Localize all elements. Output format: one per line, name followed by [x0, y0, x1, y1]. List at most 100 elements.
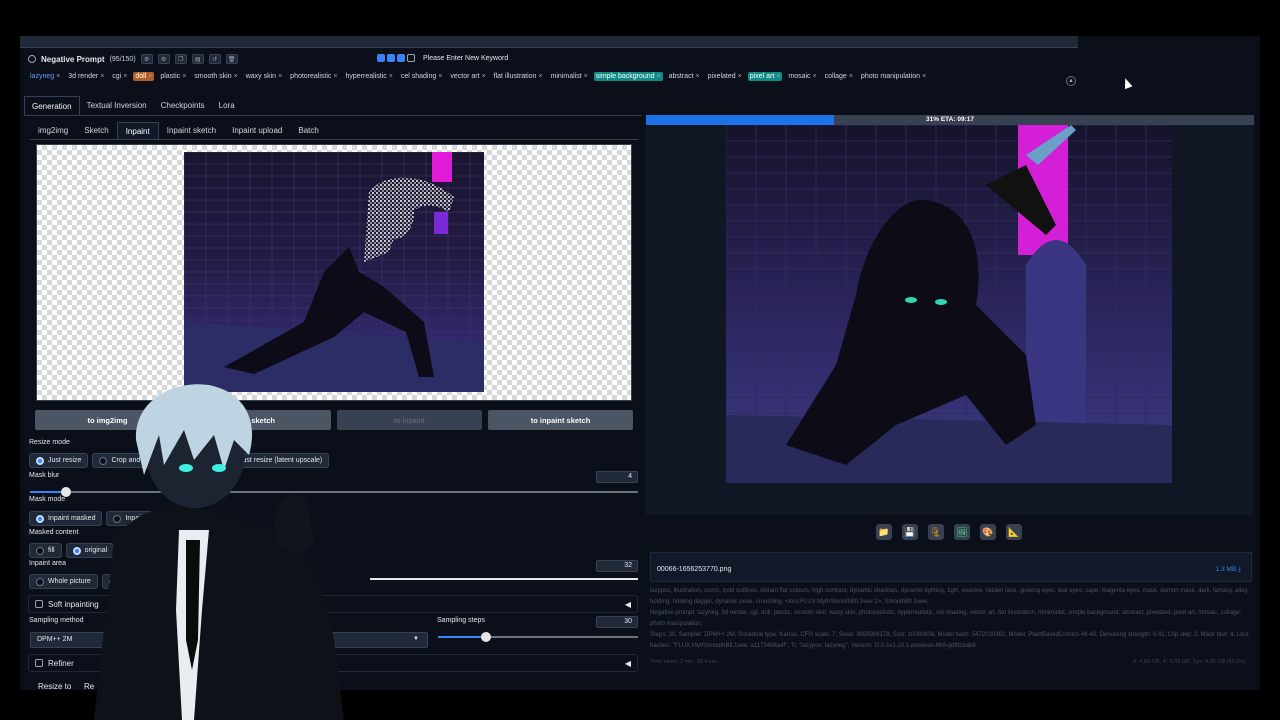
toggle-checkbox-1[interactable]	[377, 54, 385, 62]
remove-tag-icon[interactable]: ×	[657, 73, 661, 80]
slider-thumb[interactable]	[481, 632, 491, 642]
subtab-sketch[interactable]: Sketch	[76, 122, 116, 139]
remove-tag-icon[interactable]: ×	[389, 73, 393, 80]
send-to-img2img-icon[interactable]: 🖼	[954, 524, 970, 540]
remove-tag-icon[interactable]: ×	[438, 73, 442, 80]
padding-slider[interactable]	[370, 578, 638, 580]
negative-tag[interactable]: hyperrealistic ×	[344, 72, 395, 81]
tag-label: lazyneg	[30, 73, 55, 80]
tag-label: simple background	[595, 73, 655, 80]
copy-icon[interactable]: ❐	[174, 54, 187, 64]
masked-content-fill[interactable]: fill	[29, 543, 62, 558]
save-icon[interactable]: 💾	[902, 524, 918, 540]
remove-tag-icon[interactable]: ×	[234, 73, 238, 80]
progress-text: 31% ETA: 09:17	[926, 116, 974, 123]
subtab-img2img[interactable]: img2img	[30, 122, 76, 139]
negative-tag[interactable]: smooth skin ×	[192, 72, 239, 81]
radio-dot	[36, 546, 44, 555]
expand-icon[interactable]: ◀	[625, 659, 631, 668]
subtab-inpaint-sketch[interactable]: Inpaint sketch	[159, 122, 224, 139]
output-action-icons: 📁 💾 🗜 🖼 🎨 📐	[876, 524, 1022, 540]
expand-icon[interactable]: ◀	[625, 600, 631, 609]
negative-tag[interactable]: photorealistic ×	[288, 72, 339, 81]
negative-tag[interactable]: 3d render ×	[66, 72, 106, 81]
tab-textual-inversion[interactable]: Textual Inversion	[80, 96, 154, 115]
subtab-batch[interactable]: Batch	[290, 122, 326, 139]
negative-tag[interactable]: abstract ×	[667, 72, 702, 81]
remove-tag-icon[interactable]: ×	[123, 73, 127, 80]
negative-tag[interactable]: minimalist ×	[549, 72, 590, 81]
remove-tag-icon[interactable]: ×	[100, 73, 104, 80]
send-to-inpaint-icon[interactable]: 🎨	[980, 524, 996, 540]
inpaint-canvas[interactable]	[36, 144, 632, 401]
negative-tag[interactable]: mosaic ×	[786, 72, 818, 81]
collapse-up-icon[interactable]: ▲	[1066, 76, 1076, 86]
gear-icon[interactable]: ⚙	[157, 54, 170, 64]
toggle-checkbox-3[interactable]	[397, 54, 405, 62]
remove-tag-icon[interactable]: ×	[333, 73, 337, 80]
collapse-icon[interactable]	[28, 55, 36, 63]
tab-generation[interactable]: Generation	[24, 96, 80, 115]
source-image[interactable]	[184, 152, 484, 392]
soft-inpainting-checkbox[interactable]	[35, 600, 43, 608]
sampling-steps-value[interactable]: 30	[596, 616, 638, 628]
output-image-preview[interactable]	[726, 125, 1172, 483]
tab-lora[interactable]: Lora	[212, 96, 242, 115]
subtab-inpaint[interactable]: Inpaint	[116, 122, 159, 139]
negative-tag[interactable]: plastic ×	[158, 72, 188, 81]
remove-tag-icon[interactable]: ×	[538, 73, 542, 80]
output-filename[interactable]: 00066-1656253770.png	[657, 566, 731, 573]
negative-tag[interactable]: collage ×	[823, 72, 855, 81]
prompt-textarea-edge[interactable]	[20, 36, 1078, 48]
remove-tag-icon[interactable]: ×	[584, 73, 588, 80]
negative-tag[interactable]: waxy skin ×	[244, 72, 284, 81]
negative-tag[interactable]: vector art ×	[448, 72, 487, 81]
padding-value[interactable]: 32	[596, 560, 638, 572]
remove-tag-icon[interactable]: ×	[696, 73, 700, 80]
output-file-row: 00066-1656253770.png 1.3 MB ⤓	[650, 552, 1252, 582]
negative-tag[interactable]: photo manipulation ×	[859, 72, 928, 81]
new-keyword-input[interactable]: Please Enter New Keyword	[423, 55, 508, 62]
negative-tag[interactable]: pixelated ×	[706, 72, 744, 81]
remove-tag-icon[interactable]: ×	[813, 73, 817, 80]
negative-tag[interactable]: cel shading ×	[399, 72, 445, 81]
tag-label: photo manipulation	[860, 73, 921, 80]
paste-icon[interactable]: ▤	[191, 54, 204, 64]
tab-checkpoints[interactable]: Checkpoints	[154, 96, 212, 115]
toggle-checkbox-4[interactable]	[407, 54, 415, 62]
subtab-inpaint-upload[interactable]: Inpaint upload	[224, 122, 290, 139]
radio-dot	[36, 514, 44, 523]
remove-tag-icon[interactable]: ×	[776, 73, 780, 80]
trash-icon[interactable]: 🗑	[225, 54, 238, 64]
remove-tag-icon[interactable]: ×	[849, 73, 853, 80]
refiner-checkbox[interactable]	[35, 659, 43, 667]
send-to-inpaint-sketch-button[interactable]: to inpaint sketch	[488, 410, 633, 430]
settings-icon[interactable]: ⚙	[140, 54, 153, 64]
remove-tag-icon[interactable]: ×	[922, 73, 926, 80]
undo-icon[interactable]: ↺	[208, 54, 221, 64]
negative-tag[interactable]: lazyneg ×	[28, 72, 62, 81]
negative-tag[interactable]: simple background ×	[593, 72, 663, 81]
negative-tag[interactable]: cgi ×	[110, 72, 129, 81]
remove-tag-icon[interactable]: ×	[278, 73, 282, 80]
negative-tag[interactable]: flat illustration ×	[492, 72, 545, 81]
tag-label: flat illustration	[493, 73, 537, 80]
img2img-sub-tabs: img2img Sketch Inpaint Inpaint sketch Inpain…	[30, 122, 638, 140]
toggle-checkbox-2[interactable]	[387, 54, 395, 62]
remove-tag-icon[interactable]: ×	[482, 73, 486, 80]
download-link[interactable]: 1.3 MB ⤓	[1216, 566, 1241, 574]
negative-tag[interactable]: doll ×	[133, 72, 155, 81]
send-to-extras-icon[interactable]: 📐	[1006, 524, 1022, 540]
folder-icon[interactable]: 📁	[876, 524, 892, 540]
tag-label: photorealistic	[290, 73, 332, 80]
chevron-down-icon: ▼	[413, 636, 419, 642]
remove-tag-icon[interactable]: ×	[148, 73, 152, 80]
remove-tag-icon[interactable]: ×	[738, 73, 742, 80]
zip-icon[interactable]: 🗜	[928, 524, 944, 540]
negative-tag[interactable]: pixel art ×	[747, 72, 783, 81]
sampling-steps-slider[interactable]	[438, 632, 638, 642]
remove-tag-icon[interactable]: ×	[56, 73, 60, 80]
remove-tag-icon[interactable]: ×	[182, 73, 186, 80]
mask-blur-value[interactable]: 4	[596, 471, 638, 483]
radio-dot	[36, 577, 44, 586]
